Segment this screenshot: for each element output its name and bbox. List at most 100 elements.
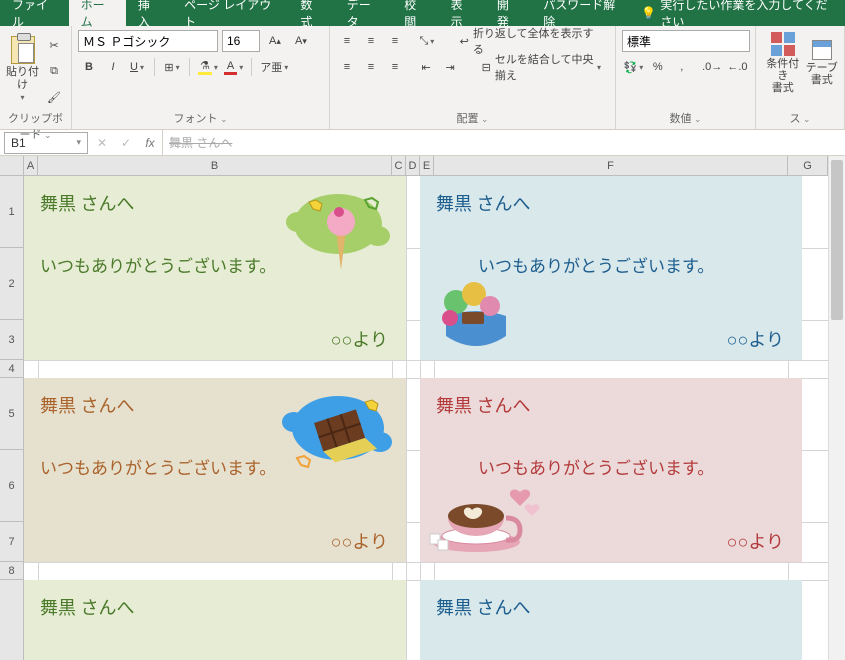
col-header-G[interactable]: G [788, 156, 828, 175]
comma-button[interactable]: , [672, 57, 692, 77]
group-clipboard: 貼り付け ▾ ✂ ⧉ 🖌 クリップボード [0, 26, 72, 129]
group-label-alignment: 配置 [336, 108, 609, 129]
font-family-select[interactable] [78, 30, 218, 52]
worksheet: A B C D E F G 1 2 3 4 5 6 7 8 [0, 156, 845, 660]
fill-color-button[interactable]: ⚗ [197, 57, 219, 77]
col-header-D[interactable]: D [406, 156, 420, 175]
tab-data[interactable]: データ [335, 0, 393, 26]
align-middle-button[interactable]: ≡ [361, 31, 381, 51]
underline-button[interactable]: U [127, 57, 147, 77]
group-label-number: 数値 [622, 108, 749, 129]
tab-pagelayout[interactable]: ページ レイアウト [172, 0, 288, 26]
vertical-scrollbar[interactable] [828, 156, 845, 660]
increase-decimal-button[interactable]: .0→ [702, 57, 723, 77]
table-label: テーブ 書式 [806, 62, 838, 86]
row-header-5[interactable]: 5 [0, 378, 23, 450]
tell-me-search[interactable]: 💡 実行したい作業を入力してください [633, 0, 845, 26]
tab-file[interactable]: ファイル [0, 0, 69, 26]
cut-button[interactable]: ✂ [44, 35, 64, 55]
lightbulb-icon: 💡 [641, 6, 656, 20]
ribbon-tabs: ファイル ホーム 挿入 ページ レイアウト 数式 データ 校閲 表示 開発 パス… [0, 0, 845, 26]
row-header-3[interactable]: 3 [0, 320, 23, 360]
select-all-corner[interactable] [0, 156, 24, 175]
cell-grid[interactable]: 舞黒 さんへ いつもありがとうございます。 ○○より 舞黒 さんへ いつもありが… [24, 176, 845, 660]
col-header-A[interactable]: A [24, 156, 38, 175]
wrap-text-button[interactable]: ↩ 折り返して全体を表示する [453, 31, 608, 51]
table-icon [812, 40, 832, 60]
decrease-font-button[interactable]: A▾ [291, 31, 311, 51]
number-format-select[interactable] [622, 30, 750, 52]
orientation-icon: ⤡ [419, 35, 428, 48]
card-5-to: 舞黒 さんへ [40, 594, 390, 620]
check-icon: ✓ [121, 136, 131, 150]
card-1-from: ○○より [331, 326, 388, 352]
font-color-button[interactable]: A [223, 57, 244, 77]
tab-review[interactable]: 校閲 [392, 0, 438, 26]
row-header-6[interactable]: 6 [0, 450, 23, 522]
row-header-4[interactable]: 4 [0, 360, 23, 378]
col-header-E[interactable]: E [420, 156, 434, 175]
increase-indent-button[interactable]: ⇥ [440, 57, 460, 77]
align-bottom-button[interactable]: ≡ [385, 31, 405, 51]
border-icon: ⊞ [164, 61, 173, 74]
insert-function-button[interactable]: fx [138, 136, 162, 150]
copy-button[interactable]: ⧉ [44, 61, 64, 81]
increase-font-button[interactable]: A▴ [265, 31, 285, 51]
name-box[interactable]: B1▾ [4, 132, 88, 154]
card-2-to: 舞黒 さんへ [436, 190, 786, 216]
italic-button[interactable]: I [103, 57, 123, 77]
tab-developer[interactable]: 開発 [485, 0, 531, 26]
scrollbar-thumb[interactable] [831, 160, 843, 320]
decrease-decimal-button[interactable]: ←.0 [727, 57, 748, 77]
accounting-button[interactable]: 💱 [623, 57, 644, 77]
tab-view[interactable]: 表示 [439, 0, 485, 26]
col-header-C[interactable]: C [392, 156, 406, 175]
row-header-7[interactable]: 7 [0, 522, 23, 562]
tab-formulas[interactable]: 数式 [288, 0, 334, 26]
formula-struck-text: 舞黒 さんへ [169, 136, 232, 150]
font-color-icon: A [224, 60, 237, 75]
decrease-indent-button[interactable]: ⇤ [416, 57, 436, 77]
align-top-button[interactable]: ≡ [337, 31, 357, 51]
group-font: A▴ A▾ B I U ⊞ ⚗ A ア亜 フォント [72, 26, 330, 129]
paste-button[interactable]: 貼り付け ▾ [6, 36, 39, 102]
font-size-select[interactable] [222, 30, 260, 52]
enter-formula-button[interactable]: ✓ [114, 136, 138, 150]
tab-insert[interactable]: 挿入 [126, 0, 172, 26]
table-format-button[interactable]: テーブ 書式 [806, 30, 838, 96]
align-right-button[interactable]: ≡ [385, 57, 405, 77]
phonetic-button[interactable]: ア亜 [259, 57, 289, 77]
formula-bar: B1▾ ✕ ✓ fx 舞黒 さんへ [0, 130, 845, 156]
align-left-button[interactable]: ≡ [337, 57, 357, 77]
percent-button[interactable]: % [648, 57, 668, 77]
row-header-8[interactable]: 8 [0, 562, 23, 580]
card-3-from: ○○より [331, 528, 388, 554]
card-1: 舞黒 さんへ いつもありがとうございます。 ○○より [24, 176, 406, 360]
formula-input[interactable]: 舞黒 さんへ [162, 130, 845, 155]
bucket-icon: ⚗ [198, 59, 212, 75]
column-headers: A B C D E F G [0, 156, 845, 176]
borders-button[interactable]: ⊞ [162, 57, 182, 77]
tab-home[interactable]: ホーム [69, 0, 126, 26]
cancel-formula-button[interactable]: ✕ [90, 136, 114, 150]
chocolate-icon [276, 382, 396, 482]
paste-icon [11, 36, 35, 64]
group-alignment: ≡ ≡ ≡ ⤡ ↩ 折り返して全体を表示する ≡ ≡ ≡ ⇤ ⇥ [330, 26, 616, 129]
row-header-1[interactable]: 1 [0, 176, 23, 248]
group-label-styles: ス [762, 108, 838, 129]
group-styles: 条件付き 書式 テーブ 書式 ス [756, 26, 845, 129]
bold-button[interactable]: B [79, 57, 99, 77]
tab-password[interactable]: パスワード解除 [531, 0, 633, 26]
format-painter-button[interactable]: 🖌 [44, 87, 64, 107]
align-center-button[interactable]: ≡ [361, 57, 381, 77]
orientation-button[interactable]: ⤡ [417, 31, 437, 51]
ribbon: 貼り付け ▾ ✂ ⧉ 🖌 クリップボード A▴ A▾ B I U [0, 26, 845, 130]
scissors-icon: ✂ [49, 39, 58, 52]
merge-center-button[interactable]: ⊟ セルを結合して中央揃え [475, 57, 608, 77]
col-header-B[interactable]: B [38, 156, 392, 175]
row-header-2[interactable]: 2 [0, 248, 23, 320]
card-4: 舞黒 さんへ いつもありがとうございます。 ○○より [420, 378, 802, 562]
col-header-F[interactable]: F [434, 156, 788, 175]
merge-label: セルを結合して中央揃え [495, 51, 595, 83]
conditional-format-button[interactable]: 条件付き 書式 [762, 30, 804, 96]
